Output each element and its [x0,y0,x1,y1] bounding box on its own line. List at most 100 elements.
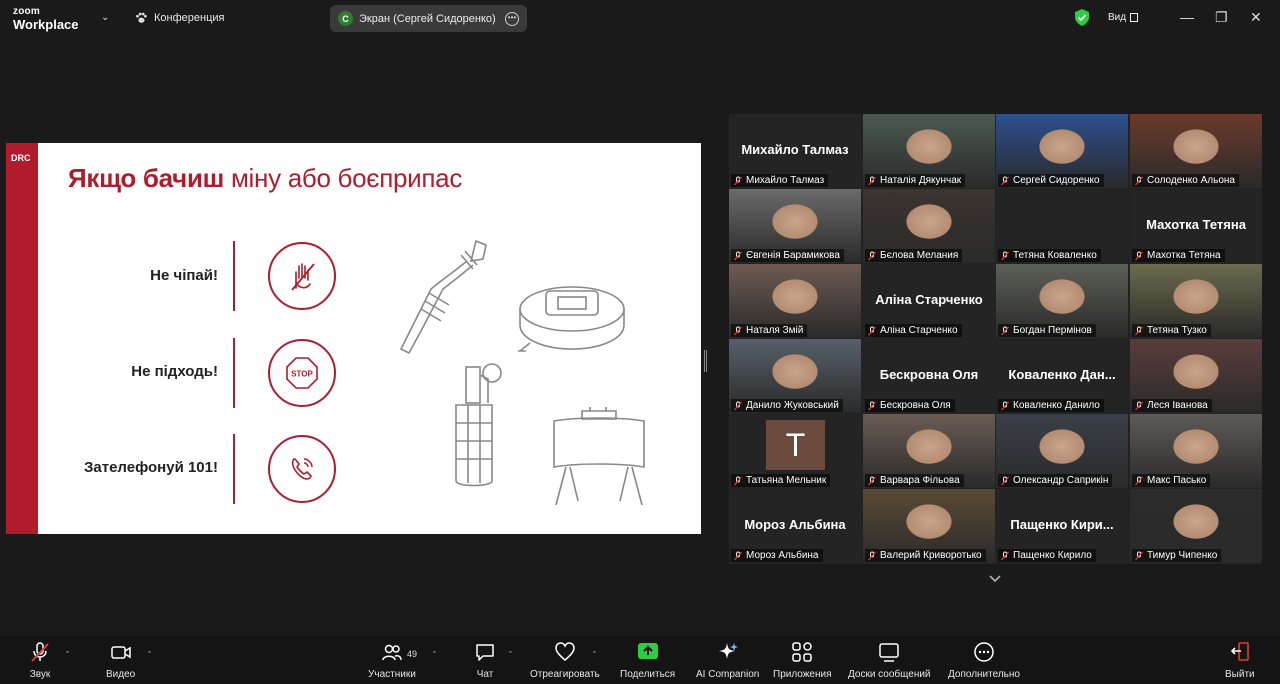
participant-name-label: Наталя Змій [731,324,808,337]
sharer-avatar: С [338,11,353,26]
apps-icon [792,642,812,662]
participant-tile[interactable]: Бескровна Оля Бескровна Оля [863,339,995,413]
participant-name: Валерий Криворотько [880,550,982,561]
participant-tile[interactable]: Макс Пасько [1130,414,1262,488]
leave-button[interactable]: Выйти [1225,640,1255,682]
react-options-caret[interactable]: ˆ [593,650,596,660]
audio-button[interactable]: Звук [28,640,52,682]
muted-mic-icon [1135,326,1143,335]
logo-line2: Workplace [13,17,79,32]
minimize-icon[interactable]: — [1180,9,1194,25]
chat-bubble-icon [476,644,494,661]
screen-share-indicator[interactable]: С Экран (Сергей Сидоренко) ••• [330,5,527,32]
participant-gallery: Михайло Талмаз Михайло Талмаз Наталія Дяку… [729,114,1262,564]
view-label: Вид [1108,12,1127,23]
ai-companion-button[interactable]: AI Companion [696,640,759,682]
view-button[interactable]: Вид [1108,12,1139,23]
share-screen-button[interactable]: Поделиться [620,640,675,682]
participants-button[interactable]: Участники [368,640,416,682]
chevron-down-icon [989,575,1001,583]
muted-mic-icon [1001,476,1009,485]
participant-name: Богдан Пермінов [1013,325,1092,336]
anti-tank-mine-icon [518,286,625,352]
whiteboard-icon [879,643,900,662]
more-label: Дополнительно [948,669,1020,680]
gallery-scroll-down[interactable] [965,567,1025,591]
phone-call-icon [268,435,336,503]
audio-options-caret[interactable]: ˆ [66,650,69,660]
participant-tile[interactable]: Данило Жуковський [729,339,861,413]
participant-tile[interactable]: Солоденко Альона [1130,114,1262,188]
participant-display-name: Пащенко Кири... [1010,517,1114,532]
participant-name-label: Махотка Тетяна [1132,249,1225,262]
participant-tile[interactable]: Євгенія Барамикова [729,189,861,263]
participant-name-label: Бескровна Оля [865,399,955,412]
apps-button[interactable]: Приложения [773,640,832,682]
muted-mic-icon [31,642,49,662]
claymore-mine-icon [553,407,645,506]
close-icon[interactable]: ✕ [1250,9,1262,26]
participant-tile[interactable]: Михайло Талмаз Михайло Талмаз [729,114,861,188]
participant-tile[interactable]: Тетяна Тузко [1130,264,1262,338]
participant-tile[interactable]: Бєлова Мелания [863,189,995,263]
participant-tile[interactable]: Коваленко Дан... Коваленко Данило [996,339,1128,413]
participant-name: Михайло Талмаз [746,175,825,186]
muted-mic-icon [868,476,876,485]
participant-tile[interactable]: Леся Іванова [1130,339,1262,413]
participant-tile[interactable]: Мороз Альбина Мороз Альбина [729,489,861,563]
participant-tile[interactable]: Олександр Саприкін [996,414,1128,488]
muted-mic-icon [1135,251,1143,260]
participant-name-label: Олександр Саприкін [998,474,1113,487]
participant-tile[interactable]: Наталія Дякунчак [863,114,995,188]
participant-tile[interactable]: Варвара Фільова [863,414,995,488]
slide-title-rest: міну або боєприпас [224,163,463,193]
participants-label: Участники [368,669,416,680]
video-button[interactable]: Видео [106,640,135,682]
muted-mic-icon [1135,476,1143,485]
participant-tile[interactable]: Тетяна Коваленко [996,189,1128,263]
title-bar: zoom Workplace ⌄ Конференция С Экран (Се… [0,0,1280,36]
participant-display-name: Махотка Тетяна [1146,217,1246,232]
video-options-caret[interactable]: ˆ [148,650,151,660]
participant-tile[interactable]: Аліна Старченко Аліна Старченко [863,264,995,338]
chat-button[interactable]: Чат [473,640,497,682]
participant-name: Олександр Саприкін [1013,475,1109,486]
participant-tile[interactable]: Махотка Тетяна Махотка Тетяна [1130,189,1262,263]
share-label: Экран (Сергей Сидоренко) [359,12,496,25]
participant-name: Макс Пасько [1147,475,1207,486]
resize-handle[interactable] [704,350,707,372]
slide-title-bold: Якщо бачиш [68,163,225,193]
participant-name: Махотка Тетяна [1147,250,1221,261]
participant-name: Бєлова Мелания [880,250,959,261]
more-button[interactable]: Дополнительно [948,640,1020,682]
whiteboards-label: Доски сообщений [848,669,931,680]
more-options-icon[interactable]: ••• [505,11,519,26]
participant-tile[interactable]: Пащенко Кири... Пащенко Кирило [996,489,1128,563]
security-shield-icon[interactable] [1074,9,1090,26]
participant-tile[interactable]: Сергей Сидоренко [996,114,1128,188]
participant-name-label: Татьяна Мельник [731,474,831,487]
meeting-info[interactable]: Конференция [134,11,224,25]
participants-options-caret[interactable]: ˆ [433,650,436,660]
restore-icon[interactable]: ❐ [1215,9,1228,26]
zoom-logo[interactable]: zoom Workplace [13,6,79,32]
chevron-down-icon[interactable]: ⌄ [101,12,109,23]
participant-tile[interactable]: T Татьяна Мельник [729,414,861,488]
participant-tile[interactable]: Наталя Змій [729,264,861,338]
muted-mic-icon [1135,551,1143,560]
chat-options-caret[interactable]: ˆ [509,650,512,660]
muted-mic-icon [868,251,876,260]
meeting-title: Конференция [154,12,225,24]
divider [233,338,235,408]
participant-tile[interactable]: Тимур Чипенко [1130,489,1262,563]
apps-label: Приложения [773,669,832,680]
whiteboards-button[interactable]: Доски сообщений [848,640,931,682]
participant-name-label: Пащенко Кирило [998,549,1096,562]
paw-icon [136,12,147,23]
participant-tile[interactable]: Богдан Пермінов [996,264,1128,338]
participant-tile[interactable]: Валерий Криворотько [863,489,995,563]
react-button[interactable]: Отреагировать [530,640,600,682]
participant-name: Тетяна Коваленко [1013,250,1097,261]
participant-name: Мороз Альбина [746,550,819,561]
participant-name: Аліна Старченко [880,325,958,336]
